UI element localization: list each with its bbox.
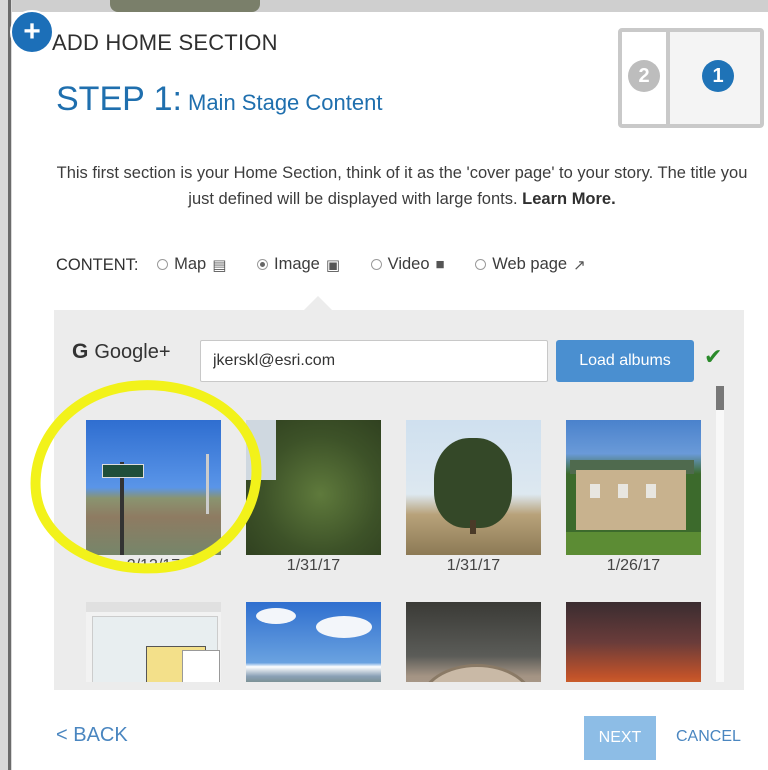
step-1-indicator: 1 (702, 60, 734, 92)
content-option-webpage[interactable]: Web page ↗ (475, 255, 586, 274)
content-option-image[interactable]: Image ▣ (256, 255, 341, 274)
intro-description: This first section is your Home Section,… (56, 164, 748, 208)
radio-image[interactable] (256, 259, 268, 270)
google-email-input[interactable] (200, 340, 548, 382)
content-option-video[interactable]: Video ■ (370, 255, 445, 274)
option-label-image: Image (273, 255, 320, 273)
photo-scrollbar[interactable] (716, 386, 724, 682)
add-home-section-dialog: + ADD HOME SECTION STEP 1: Main Stage Con… (10, 10, 768, 770)
photo-thumbnail[interactable]: 1/31/17 (246, 420, 381, 575)
google-plus-label: G Google+ (72, 340, 171, 364)
radio-webpage[interactable] (475, 259, 487, 270)
checkmark-icon: ✔ (704, 344, 723, 369)
plus-icon: + (10, 10, 54, 54)
radio-video[interactable] (370, 259, 382, 270)
google-plus-text: Google+ (94, 341, 171, 363)
photo-date: 1/31/17 (286, 557, 341, 574)
content-option-map[interactable]: Map ▤ (157, 255, 226, 274)
photo-image[interactable]: ✦ (406, 602, 541, 682)
next-button[interactable]: NEXT (584, 716, 656, 760)
photo-image[interactable] (566, 602, 701, 682)
external-link-icon: ↗ (573, 256, 586, 274)
photo-thumbnail[interactable]: 1/26/17 (566, 420, 701, 575)
photo-thumbnail[interactable]: 1/31/17 (406, 420, 541, 575)
google-g-icon: G (72, 340, 89, 363)
video-camera-icon: ■ (435, 256, 445, 273)
option-label-map: Map (174, 255, 207, 273)
photo-thumbnail[interactable]: 2/13/17 (86, 420, 221, 575)
step-2-indicator: 2 (628, 60, 660, 92)
background-app-left (0, 0, 12, 770)
cancel-button[interactable]: CANCEL (676, 728, 741, 746)
photo-date: 1/26/17 (606, 557, 661, 574)
photo-image[interactable] (86, 602, 221, 682)
scrollbar-thumb[interactable] (716, 386, 724, 410)
dialog-title: ADD HOME SECTION (52, 30, 278, 55)
photo-image[interactable] (406, 420, 541, 555)
photo-thumbnail[interactable] (246, 602, 381, 682)
load-albums-button[interactable]: Load albums (556, 340, 694, 382)
photo-image[interactable] (86, 420, 221, 555)
map-icon: ▤ (212, 256, 227, 274)
radio-map[interactable] (157, 259, 169, 270)
photo-image[interactable] (566, 420, 701, 555)
step-progress-indicator: 2 1 (618, 28, 764, 128)
learn-more-link[interactable]: Learn More. (522, 190, 616, 208)
photo-image[interactable] (246, 420, 381, 555)
photo-date: 2/13/17 (126, 557, 181, 574)
content-type-selector: CONTENT: Map ▤ Image ▣ Video ■ Web page … (56, 255, 612, 275)
image-source-panel: GGoogle+ Load albums ✔ 2/13/17 1/31/17 1… (54, 310, 744, 690)
camera-icon: ▣ (325, 256, 341, 274)
intro-text: This first section is your Home Section,… (52, 160, 752, 212)
step-name: Main Stage Content (188, 90, 383, 115)
option-label-video: Video (387, 255, 430, 273)
option-label-webpage: Web page (492, 255, 568, 273)
photo-image[interactable] (246, 602, 381, 682)
back-button[interactable]: < BACK (56, 724, 128, 747)
content-label: CONTENT: (56, 256, 139, 274)
photo-thumbnail[interactable] (86, 602, 221, 682)
photo-thumbnail[interactable]: ✦ (406, 602, 541, 682)
step-number: STEP 1: (56, 80, 182, 118)
background-logo-strip (110, 0, 260, 12)
panel-pointer (304, 296, 332, 310)
photo-date: 1/31/17 (446, 557, 501, 574)
step-heading: STEP 1: Main Stage Content (56, 80, 382, 119)
photo-thumbnail[interactable] (566, 602, 701, 682)
